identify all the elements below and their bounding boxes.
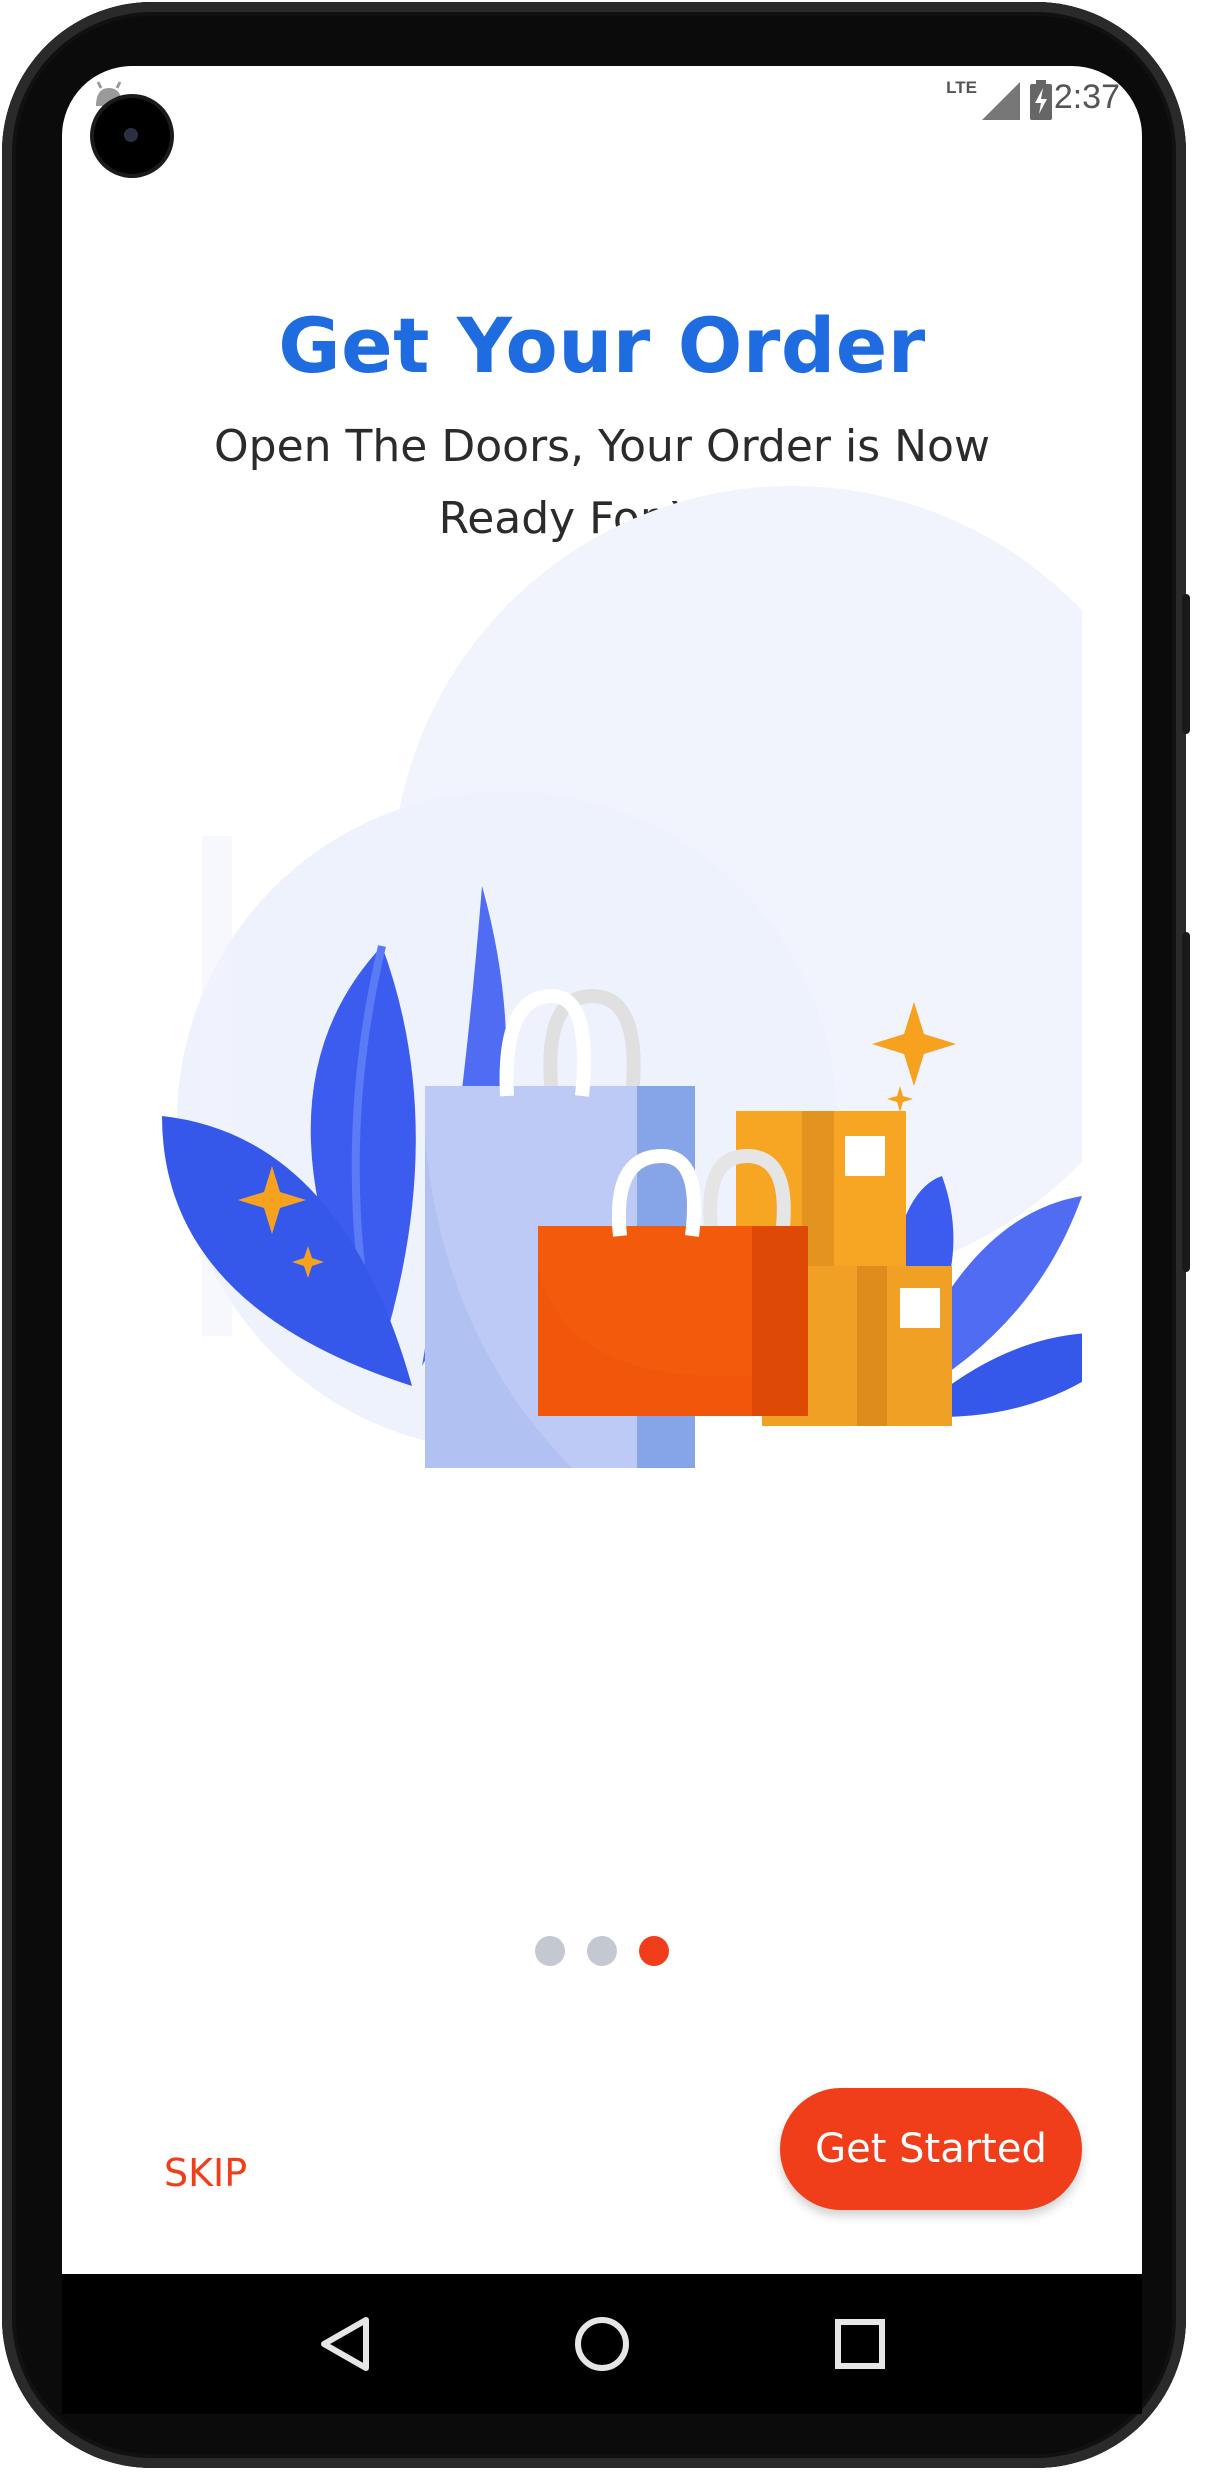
page-dot-2[interactable]	[587, 1936, 617, 1966]
triangle-back-icon	[321, 2317, 369, 2371]
phone-frame: LTE 2:37 Get Your Order Open The Doors, …	[2, 2, 1190, 2468]
nav-recents-button[interactable]	[820, 2304, 900, 2384]
page-dot-1[interactable]	[535, 1936, 565, 1966]
status-bar: LTE 2:37	[62, 66, 1142, 136]
network-type-label: LTE	[946, 78, 977, 97]
nav-home-button[interactable]	[562, 2304, 642, 2384]
square-recents-icon	[835, 2319, 885, 2369]
get-started-button[interactable]: Get Started	[780, 2088, 1082, 2210]
nav-back-button[interactable]	[304, 2304, 384, 2384]
system-navigation-bar	[62, 2274, 1142, 2414]
front-camera	[94, 98, 170, 174]
shopping-bags-illustration	[162, 486, 1082, 1468]
circle-home-icon	[575, 2317, 629, 2371]
camera-lens	[124, 128, 138, 142]
battery-charging-icon	[1030, 80, 1052, 120]
page-dot-3-active[interactable]	[639, 1936, 669, 1966]
status-time: 2:37	[1053, 78, 1120, 116]
page-indicator	[62, 1936, 1142, 1972]
volume-button	[1182, 932, 1190, 1272]
signal-icon	[982, 82, 1020, 120]
onboarding-title: Get Your Order	[278, 301, 926, 390]
app-screen: LTE 2:37 Get Your Order Open The Doors, …	[62, 66, 1142, 2274]
skip-button[interactable]: SKIP	[164, 2151, 247, 2195]
power-button	[1182, 594, 1190, 734]
